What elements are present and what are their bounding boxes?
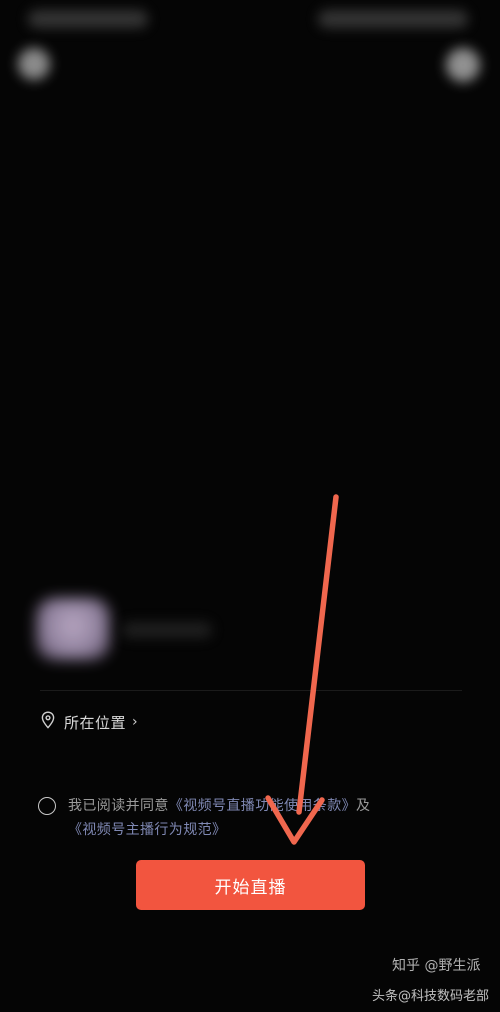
agreement-row: 我已阅读并同意《视频号直播功能使用条款》及《视频号主播行为规范》 [38, 794, 468, 842]
agreement-radio[interactable] [38, 797, 56, 815]
agreement-conjunction: 及 [356, 798, 371, 814]
terms-link[interactable]: 《视频号直播功能使用条款》 [169, 798, 356, 814]
cover-thumbnail[interactable] [36, 598, 110, 660]
location-pin-icon [40, 711, 56, 733]
zhihu-watermark: 知乎 @野生派 [392, 958, 481, 974]
start-live-button[interactable]: 开始直播 [136, 860, 365, 910]
live-setup-screen: 所在位置 › 我已阅读并同意《视频号直播功能使用条款》及 《视频号主播行为规范》 … [0, 0, 500, 1012]
close-icon[interactable] [18, 48, 50, 80]
live-title-input[interactable] [122, 622, 212, 638]
location-row[interactable]: 所在位置 › [40, 710, 138, 734]
chevron-right-icon: › [132, 714, 138, 730]
code-of-conduct-link[interactable]: 《视频号主播行为规范》 [68, 822, 226, 838]
agreement-prefix: 我已阅读并同意 [68, 798, 169, 814]
toutiao-watermark: 头条@科技数码老部 [372, 989, 490, 1004]
blurred-top-left-text [28, 10, 148, 28]
divider [40, 690, 462, 691]
location-label: 所在位置 [64, 713, 127, 732]
agreement-text: 我已阅读并同意《视频号直播功能使用条款》及《视频号主播行为规范》 [68, 794, 370, 842]
switch-camera-icon[interactable] [446, 48, 480, 82]
blurred-top-right-text [318, 10, 468, 28]
